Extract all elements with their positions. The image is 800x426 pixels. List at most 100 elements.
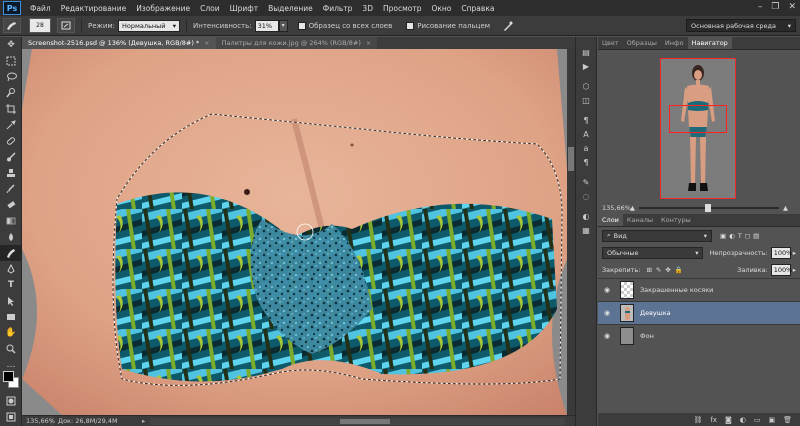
layer-kind-filter[interactable]: ⌕ Вид ▾: [602, 229, 712, 242]
restore-icon[interactable]: ❐: [771, 2, 779, 12]
3d-panel-icon[interactable]: ⬡: [576, 79, 596, 93]
delete-layer-icon[interactable]: 🗑: [783, 416, 792, 424]
type-tool-icon[interactable]: T: [0, 277, 22, 293]
gradient-tool-icon[interactable]: [0, 213, 22, 229]
layer-row[interactable]: ◉ Фон: [598, 324, 800, 347]
properties-panel-icon[interactable]: ◫: [576, 93, 596, 107]
brush-presets-icon[interactable]: ✎: [576, 175, 596, 189]
quick-mask-icon[interactable]: [0, 393, 22, 409]
scrollbar-thumb[interactable]: [340, 419, 390, 424]
navigator-preview[interactable]: [660, 58, 736, 199]
tab-document-screenshot[interactable]: Screenshot-2516.psd @ 136% (Девушка, RGB…: [22, 37, 216, 49]
visibility-eye-icon[interactable]: ◉: [598, 286, 616, 294]
strength-dropdown-button[interactable]: ▾: [278, 19, 288, 32]
pressure-icon[interactable]: [499, 18, 518, 33]
smudge-tool-icon[interactable]: [0, 245, 22, 261]
zoom-tool-icon[interactable]: [0, 341, 22, 357]
navigator-view-box[interactable]: [669, 105, 727, 133]
workspace-switcher[interactable]: Основная рабочая среда ▾: [686, 19, 796, 32]
screen-mode-icon[interactable]: [0, 409, 22, 425]
minimize-icon[interactable]: –: [758, 2, 763, 12]
adjustment-layer-icon[interactable]: ◐: [740, 416, 746, 424]
tab-document-palettes[interactable]: Палитры для кожи.jpg @ 264% (RGB/8#) ×: [215, 37, 378, 49]
close-icon[interactable]: ✕: [788, 2, 796, 12]
close-tab-icon[interactable]: ×: [366, 39, 371, 47]
blur-tool-icon[interactable]: [0, 229, 22, 245]
close-tab-icon[interactable]: ×: [204, 39, 209, 47]
menu-3d[interactable]: 3D: [357, 4, 378, 13]
visibility-eye-icon[interactable]: ◉: [598, 332, 616, 340]
new-layer-icon[interactable]: ▣: [768, 416, 775, 424]
opacity-dropdown-icon[interactable]: ▸: [793, 249, 796, 257]
slider-knob[interactable]: [705, 204, 711, 212]
menu-window[interactable]: Окно: [426, 4, 456, 13]
pen-tool-icon[interactable]: [0, 261, 22, 277]
move-tool-icon[interactable]: ✥: [0, 37, 22, 53]
foreground-color-swatch[interactable]: [3, 371, 14, 382]
smudge-tool-preset-icon[interactable]: [3, 18, 21, 33]
canvas-image[interactable]: [22, 49, 567, 415]
adjustments-panel-icon[interactable]: ◐: [576, 209, 596, 223]
character-styles-icon[interactable]: a: [576, 141, 596, 155]
menu-select[interactable]: Выделение: [263, 4, 318, 13]
character-panel-icon[interactable]: A: [576, 127, 596, 141]
zoom-in-icon[interactable]: ▲: [783, 204, 788, 212]
tab-paths[interactable]: Контуры: [657, 214, 695, 226]
tab-color[interactable]: Цвет: [598, 37, 623, 49]
visibility-eye-icon[interactable]: ◉: [598, 309, 616, 317]
tab-channels[interactable]: Каналы: [623, 214, 657, 226]
crop-tool-icon[interactable]: [0, 101, 22, 117]
history-brush-tool-icon[interactable]: [0, 181, 22, 197]
zoom-out-icon[interactable]: ▲: [630, 204, 635, 212]
canvas-horizontal-scrollbar[interactable]: [150, 418, 565, 425]
paragraph-panel-icon[interactable]: ¶: [576, 113, 596, 127]
navigator-zoom-value[interactable]: 135,66%: [598, 204, 631, 212]
quick-selection-tool-icon[interactable]: [0, 85, 22, 101]
eyedropper-tool-icon[interactable]: [0, 117, 22, 133]
fill-input[interactable]: 100%: [770, 263, 792, 276]
marquee-tool-icon[interactable]: [0, 53, 22, 69]
zoom-level[interactable]: 135,66%: [22, 417, 55, 425]
healing-brush-tool-icon[interactable]: [0, 133, 22, 149]
menu-view[interactable]: Просмотр: [378, 4, 427, 13]
navigator-zoom-slider[interactable]: [639, 204, 779, 212]
lasso-tool-icon[interactable]: [0, 69, 22, 85]
brush-panel-icon[interactable]: ◌: [576, 189, 596, 203]
blend-mode-select[interactable]: Обычные ▾: [602, 246, 704, 259]
menu-filter[interactable]: Фильтр: [318, 4, 358, 13]
menu-edit[interactable]: Редактирование: [56, 4, 131, 13]
fill-dropdown-icon[interactable]: ▸: [793, 266, 796, 274]
scrollbar-thumb[interactable]: [568, 147, 574, 171]
layer-row[interactable]: ◉ Закрашенные косяки: [598, 278, 800, 301]
finger-painting-checkbox[interactable]: [406, 21, 415, 30]
opacity-input[interactable]: 100%: [770, 246, 792, 259]
actions-panel-icon[interactable]: ▶: [576, 59, 596, 73]
layer-style-icon[interactable]: fx: [710, 416, 717, 424]
tab-navigator[interactable]: Навигатор: [687, 37, 732, 49]
menu-image[interactable]: Изображение: [131, 4, 195, 13]
tab-swatches[interactable]: Образцы: [623, 37, 661, 49]
document-canvas[interactable]: [22, 49, 567, 415]
menu-layers[interactable]: Слои: [195, 4, 225, 13]
link-layers-icon[interactable]: ⛓: [693, 416, 702, 424]
mode-select[interactable]: Нормальный ▾: [118, 19, 181, 32]
menu-help[interactable]: Справка: [456, 4, 499, 13]
path-selection-tool-icon[interactable]: [0, 293, 22, 309]
layer-row-selected[interactable]: ◉ Девушка: [598, 301, 800, 324]
add-mask-icon[interactable]: ◙: [725, 416, 732, 424]
paragraph-styles-icon[interactable]: ¶: [576, 155, 596, 169]
tab-layers[interactable]: Слои: [598, 214, 623, 226]
lock-options-icons[interactable]: ⊞✎✥🔒: [646, 266, 686, 274]
tab-info[interactable]: Инфо: [661, 37, 688, 49]
hand-tool-icon[interactable]: ✋: [0, 325, 22, 341]
color-swatches[interactable]: [3, 371, 19, 389]
styles-panel-icon[interactable]: ▦: [576, 223, 596, 237]
canvas-vertical-scrollbar[interactable]: [567, 49, 575, 415]
brush-panel-icon[interactable]: [57, 18, 75, 33]
rectangle-tool-icon[interactable]: [0, 309, 22, 325]
clone-stamp-tool-icon[interactable]: [0, 165, 22, 181]
menu-file[interactable]: Файл: [25, 4, 56, 13]
filter-type-icons[interactable]: ▣◐T◻▤: [720, 232, 762, 240]
new-group-icon[interactable]: ▭: [754, 416, 761, 424]
status-arrow-icon[interactable]: ▸: [142, 417, 145, 425]
